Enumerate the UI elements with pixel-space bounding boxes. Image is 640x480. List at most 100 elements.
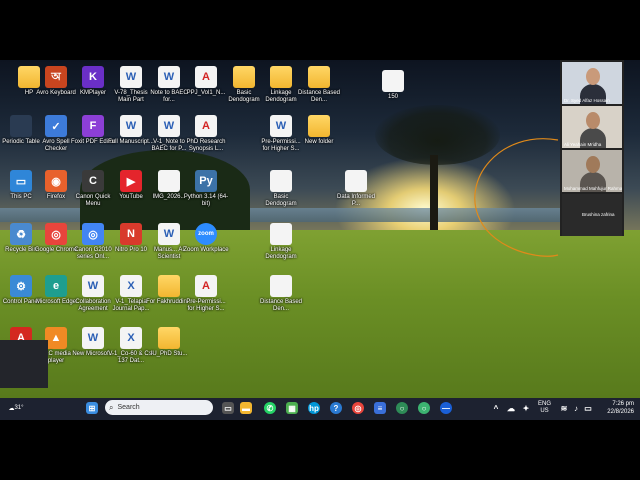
participant-face xyxy=(586,112,600,129)
file-explorer-icon[interactable]: ▬ xyxy=(240,402,252,414)
desktop-icon-label: IU_PhD Stu... xyxy=(150,351,188,357)
app-ring-icon[interactable]: ○ xyxy=(396,402,408,414)
desktop-icon-label: Data Informed P... xyxy=(336,194,376,207)
icon-linkage-dendogram-file[interactable]: Linkage Dendogram xyxy=(258,223,304,261)
pre-permission-1-icon: W xyxy=(270,115,292,137)
foxit-editor-icon: F xyxy=(82,115,104,137)
desktop-icon-label: New folder xyxy=(304,139,334,145)
chrome-icon[interactable]: ◎ xyxy=(352,402,364,414)
kmplayer-icon: K xyxy=(82,66,104,88)
distance-based-file-icon xyxy=(270,275,292,297)
data-informed-icon xyxy=(345,170,367,192)
tray-chevron-icon[interactable]: ^ xyxy=(490,402,502,414)
participant-tile[interactable]: Mohammad Mahfujur Rahman xyxy=(562,150,622,192)
desktop-icon-label: Linkage Dendogram xyxy=(265,247,297,260)
icon-iu-phd-stu[interactable]: IU_PhD Stu... xyxy=(146,327,192,358)
avro-keyboard-icon: অ xyxy=(45,66,67,88)
battery-icon[interactable]: ▭ xyxy=(582,402,594,414)
search-box[interactable]: ⌕ Search xyxy=(105,400,213,415)
top-right-item-icon xyxy=(382,70,404,92)
zoom-taskbar-icon[interactable]: — xyxy=(440,402,452,414)
python-icon: Py xyxy=(195,170,217,192)
img-2026-icon xyxy=(158,170,180,192)
new-folder-icon xyxy=(308,115,330,137)
search-placeholder: Search xyxy=(117,404,140,411)
participant-name: Ali Yeahain Mridha xyxy=(564,142,602,147)
avro-spell-icon: ✓ xyxy=(45,115,67,137)
desktop-icon-label: Pre-Permissi... for Higher S... xyxy=(186,299,226,312)
distance-based-den-icon xyxy=(308,66,330,88)
language-indicator[interactable]: ENG US xyxy=(538,401,551,415)
zoom-workplace-icon: zoom xyxy=(195,223,217,245)
notepad-icon[interactable]: ≡ xyxy=(374,402,386,414)
google-chrome-icon: ◎ xyxy=(45,223,67,245)
start-icon[interactable]: ⊞ xyxy=(86,402,98,414)
wifi-icon[interactable]: ≋ xyxy=(558,402,570,414)
icon-top-right-item[interactable]: 150 xyxy=(370,70,416,101)
icon-zoom-workplace[interactable]: zoom Zoom Workplace xyxy=(183,223,229,254)
participant-face xyxy=(586,68,600,85)
clock[interactable]: 7:26 pm 22/8/2026 xyxy=(607,400,634,416)
v78-thesis-icon: W xyxy=(120,66,142,88)
control-panel-icon: ⚙ xyxy=(10,275,32,297)
desktop-icon-label: Python 3.14 (64-bit) xyxy=(183,194,229,207)
ppj-vol-icon: A xyxy=(195,66,217,88)
periodic-table-icon xyxy=(10,115,32,137)
participant-tile[interactable]: Ali Yeahain Mridha xyxy=(562,106,622,148)
desktop-icon-label: PhD Research Synopsis L... xyxy=(186,139,226,152)
taskbar: ☁ 31° ⊞ ⌕ Search ▭ ▬ ✆ ▦ hp ? ◎ ≡ ○ ○ — ^… xyxy=(0,398,640,420)
volume-icon[interactable]: ♪ xyxy=(570,402,582,414)
v1-note-baec-icon: W xyxy=(158,115,180,137)
v1-telapia-icon: X xyxy=(120,275,142,297)
search-icon: ⌕ xyxy=(109,402,114,412)
desktop-icon-label: 150 xyxy=(387,94,398,100)
participant-name: Dr. Syed Alfaz Hossain xyxy=(564,98,610,103)
icon-phd-research[interactable]: A PhD Research Synopsis L... xyxy=(183,115,229,153)
basic-dendogram-file-icon xyxy=(270,170,292,192)
participant-tile[interactable]: Dr. Syed Alfaz Hossain xyxy=(562,62,622,104)
onedrive-icon[interactable]: ☁ xyxy=(505,402,517,414)
whatsapp-icon[interactable]: ✆ xyxy=(264,402,276,414)
canon-quick-menu-icon: C xyxy=(82,170,104,192)
v1-co-60-icon: X xyxy=(120,327,142,349)
participant-tile[interactable]: Brushina zafrina xyxy=(562,194,622,236)
participant-face xyxy=(586,156,600,173)
icon-basic-dendogram-file[interactable]: Basic Dendogram xyxy=(258,170,304,208)
weather-widget[interactable]: ☁ 31° xyxy=(6,402,26,414)
full-manuscript-icon: W xyxy=(120,115,142,137)
help-icon[interactable]: ? xyxy=(330,402,342,414)
new-microsoft-icon: W xyxy=(82,327,104,349)
recycle-bin-icon: ♻ xyxy=(10,223,32,245)
this-pc-icon: ▭ xyxy=(10,170,32,192)
icon-python[interactable]: Py Python 3.14 (64-bit) xyxy=(183,170,229,208)
collaboration-agreement-icon: W xyxy=(82,275,104,297)
bluetooth-icon[interactable]: ✦ xyxy=(520,402,532,414)
icon-distance-based-den[interactable]: Distance Based Den... xyxy=(296,66,342,104)
nitro-pro-icon: N xyxy=(120,223,142,245)
desktop-icon-label: Zoom Workplace xyxy=(183,247,229,253)
icon-distance-based-file[interactable]: Distance Based Den... xyxy=(258,275,304,313)
youtube-icon: ▶ xyxy=(120,170,142,192)
pre-permission-2-icon: A xyxy=(195,275,217,297)
phd-research-icon: A xyxy=(195,115,217,137)
desktop-icon-label: Distance Based Den... xyxy=(297,90,341,103)
zoom-participants-panel: Dr. Syed Alfaz Hossain Ali Yeahain Mridha… xyxy=(560,60,624,236)
annotation-curve xyxy=(474,138,559,257)
linkage-dendogram-icon xyxy=(270,66,292,88)
for-fakhruddin-icon xyxy=(158,275,180,297)
app-ring-icon-2[interactable]: ○ xyxy=(418,402,430,414)
firefox-icon: ◉ xyxy=(45,170,67,192)
icon-data-informed[interactable]: Data Informed P... xyxy=(333,170,379,208)
iu-phd-stu-icon xyxy=(158,327,180,349)
store-icon[interactable]: ▦ xyxy=(286,402,298,414)
hp-icon[interactable]: hp xyxy=(308,402,320,414)
participant-name: Brushina zafrina xyxy=(582,212,615,217)
basic-dendogram-icon xyxy=(233,66,255,88)
wallpaper-tree-trunk xyxy=(430,155,438,230)
icon-new-folder[interactable]: New folder xyxy=(296,115,342,146)
manuscript-ai-icon: W xyxy=(158,223,180,245)
icon-pre-permission-2[interactable]: A Pre-Permissi... for Higher S... xyxy=(183,275,229,313)
task-view-icon[interactable]: ▭ xyxy=(222,402,234,414)
vlc-icon: ▲ xyxy=(45,327,67,349)
desktop-icon-label: Distance Based Den... xyxy=(259,299,303,312)
